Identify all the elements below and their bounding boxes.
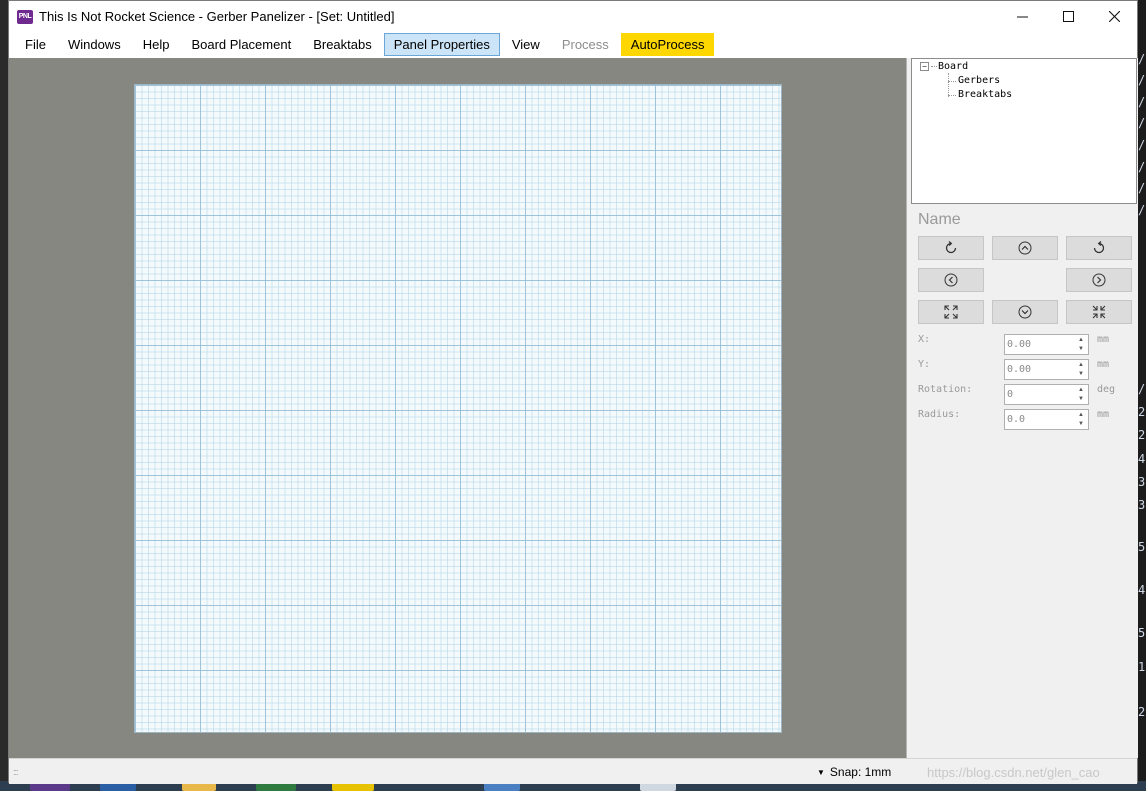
minimize-icon (1016, 16, 1028, 18)
caret-down-icon: ▼ (817, 767, 825, 777)
radius-stepper-arrows[interactable]: ▲ ▼ (1075, 411, 1087, 428)
app-logo-icon: PNL (17, 9, 33, 24)
rotate-ccw-button[interactable] (918, 236, 984, 260)
menu-panel-properties[interactable]: Panel Properties (383, 33, 500, 56)
tree-collapse-icon[interactable]: − (920, 62, 929, 71)
close-button[interactable] (1091, 1, 1137, 32)
menu-process: Process (561, 37, 609, 52)
menu-autoprocess[interactable]: AutoProcess (620, 33, 715, 56)
move-left-button[interactable] (918, 268, 984, 292)
x-label: X: (918, 334, 931, 345)
properties-panel: − Board Gerbers Breaktabs Name X: 0.00 ▲… (907, 58, 1138, 758)
snap-label: Snap: 1mm (829, 765, 892, 779)
move-up-icon (1018, 241, 1032, 255)
stepper-down-icon[interactable]: ▼ (1075, 345, 1087, 354)
tree-node-breaktabs[interactable]: Breaktabs (958, 89, 1012, 100)
contract-icon (1092, 305, 1106, 319)
tree-node-label: Board (938, 61, 969, 72)
stepper-up-icon[interactable]: ▲ (1075, 361, 1087, 370)
move-left-icon (944, 273, 958, 287)
tree-connector (948, 81, 956, 82)
rotation-unit: deg (1097, 384, 1116, 395)
menu-view[interactable]: View (502, 33, 550, 56)
x-input[interactable] (1007, 337, 1073, 352)
title-bar[interactable]: PNL This Is Not Rocket Science - Gerber … (9, 1, 1137, 32)
minimize-button[interactable] (999, 1, 1045, 32)
app-window: PNL This Is Not Rocket Science - Gerber … (8, 0, 1138, 784)
x-stepper-arrows[interactable]: ▲ ▼ (1075, 336, 1087, 353)
menu-board-placement[interactable]: Board Placement (181, 33, 301, 56)
status-bar: ::: ▼ Snap: 1mm https://blog.csdn.net/gl… (9, 758, 1137, 784)
tree-connector (931, 66, 937, 67)
rotate-cw-icon (1093, 241, 1105, 254)
stepper-down-icon[interactable]: ▼ (1075, 395, 1087, 404)
stepper-down-icon[interactable]: ▼ (1075, 420, 1087, 429)
y-input[interactable] (1007, 362, 1073, 377)
tree-connector (948, 73, 949, 97)
x-unit: mm (1097, 334, 1110, 345)
menu-windows[interactable]: Windows (58, 33, 131, 56)
expand-button[interactable] (918, 300, 984, 324)
close-icon (1108, 11, 1120, 22)
maximize-button[interactable] (1045, 1, 1091, 32)
maximize-icon (1062, 11, 1074, 22)
y-stepper-arrows[interactable]: ▲ ▼ (1075, 361, 1087, 378)
rotation-stepper-arrows[interactable]: ▲ ▼ (1075, 386, 1087, 403)
radius-stepper[interactable]: ▲▼ (1004, 409, 1089, 430)
board-tree[interactable]: − Board Gerbers Breaktabs (911, 58, 1137, 204)
move-right-icon (1092, 273, 1106, 287)
background-window-strip: / / / / / / / // 224 335 451 2 (1138, 0, 1146, 791)
y-label: Y: (918, 359, 931, 370)
expand-icon (944, 305, 958, 319)
board-name-label: Name (918, 211, 961, 228)
rotate-ccw-icon (945, 241, 957, 254)
status-grip-icon: ::: (13, 767, 18, 777)
snap-dropdown[interactable]: ▼ Snap: 1mm (817, 765, 891, 779)
window-controls (999, 1, 1137, 32)
rotation-stepper[interactable]: ▲▼ (1004, 384, 1089, 405)
move-right-button[interactable] (1066, 268, 1132, 292)
panel-board-grid[interactable] (134, 84, 782, 733)
menu-breaktabs[interactable]: Breaktabs (303, 33, 382, 56)
stepper-up-icon[interactable]: ▲ (1075, 411, 1087, 420)
radius-label: Radius: (918, 409, 961, 420)
rotate-cw-button[interactable] (1066, 236, 1132, 260)
y-unit: mm (1097, 359, 1110, 370)
move-up-button[interactable] (992, 236, 1058, 260)
radius-unit: mm (1097, 409, 1110, 420)
rotation-label: Rotation: (918, 384, 973, 395)
x-stepper[interactable]: ▲▼ (1004, 334, 1089, 355)
stepper-down-icon[interactable]: ▼ (1075, 370, 1087, 379)
y-stepper[interactable]: ▲▼ (1004, 359, 1089, 380)
tree-node-gerbers[interactable]: Gerbers (958, 75, 1000, 86)
tree-connector (948, 95, 956, 96)
panel-canvas[interactable] (9, 58, 907, 758)
contract-button[interactable] (1066, 300, 1132, 324)
menu-file[interactable]: File (15, 33, 56, 56)
move-down-icon (1018, 305, 1032, 319)
tree-node-board[interactable]: − Board (920, 61, 968, 72)
stepper-up-icon[interactable]: ▲ (1075, 386, 1087, 395)
window-title: This Is Not Rocket Science - Gerber Pane… (39, 9, 395, 24)
stepper-up-icon[interactable]: ▲ (1075, 336, 1087, 345)
menu-help[interactable]: Help (133, 33, 180, 56)
radius-input[interactable] (1007, 412, 1073, 427)
watermark: https://blog.csdn.net/glen_cao (927, 765, 1100, 780)
move-down-button[interactable] (992, 300, 1058, 324)
menu-bar: File Windows Help Board Placement Breakt… (9, 32, 1137, 57)
rotation-input[interactable] (1007, 387, 1073, 402)
